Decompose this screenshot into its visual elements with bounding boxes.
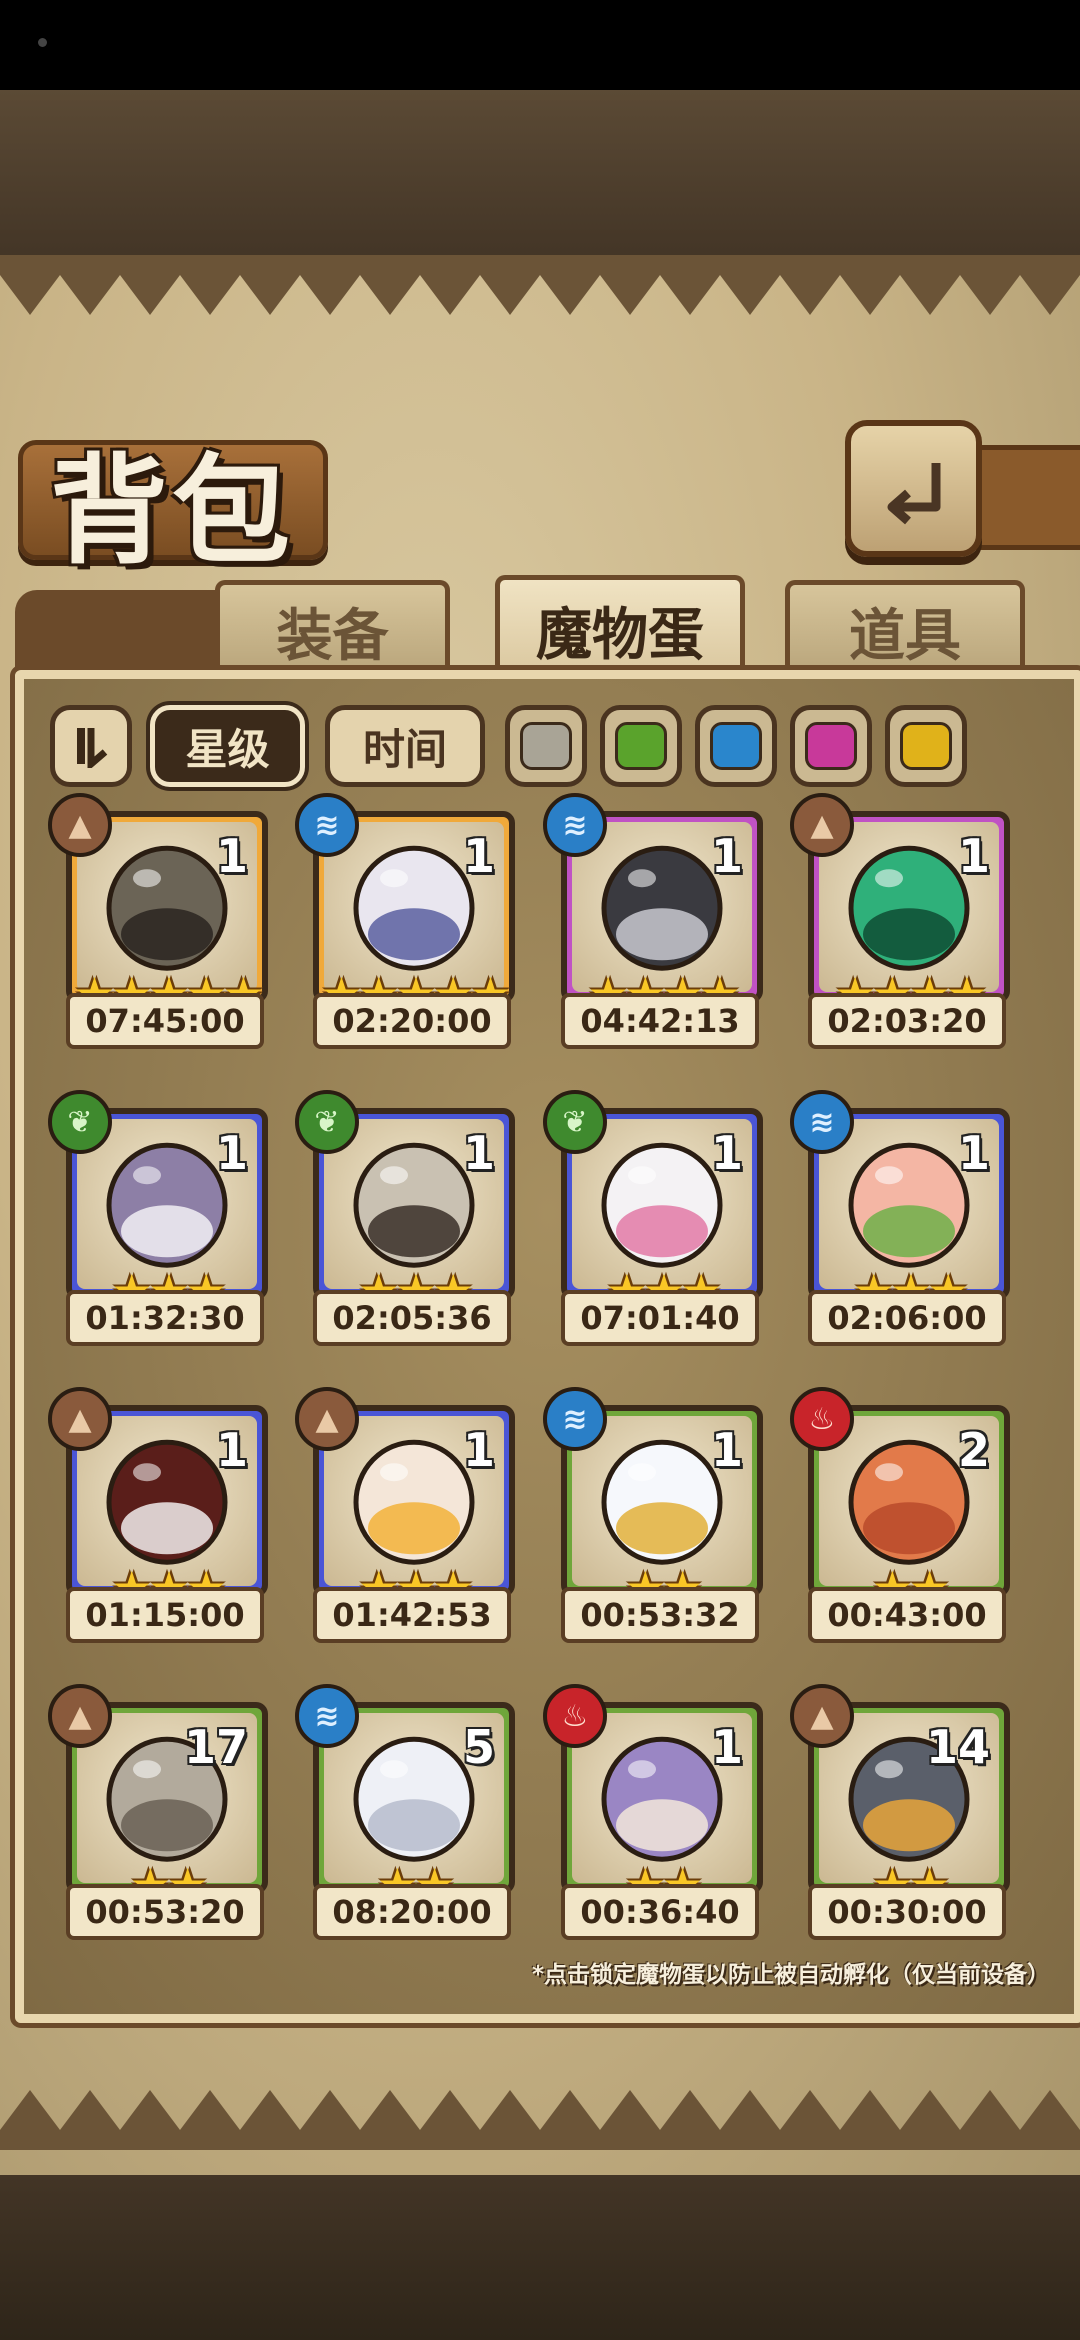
back-button[interactable] [845, 420, 982, 557]
tab-monster-eggs[interactable]: 魔物蛋 [495, 575, 745, 680]
hatch-timer: 01:15:00 [66, 1587, 264, 1643]
swatch-green [615, 722, 667, 770]
hatch-timer: 00:36:40 [561, 1884, 759, 1940]
sort-icon [77, 728, 108, 768]
water-element-icon: ≋ [543, 793, 607, 857]
egg-count: 1 [710, 1720, 743, 1774]
filter-color-gold[interactable] [885, 705, 967, 787]
hatch-timer: 08:20:00 [313, 1884, 511, 1940]
earth-element-icon: ▲ [790, 1684, 854, 1748]
tab-bar-left [15, 590, 215, 672]
egg-slot[interactable]: 2★★♨00:43:00 [790, 1387, 1020, 1647]
nature-element-icon: ❦ [295, 1090, 359, 1154]
earth-element-icon: ▲ [48, 793, 112, 857]
filter-color-purple[interactable] [790, 705, 872, 787]
water-element-icon: ≋ [295, 793, 359, 857]
fire-element-icon: ♨ [790, 1387, 854, 1451]
egg-slot[interactable]: 14★★▲00:30:00 [790, 1684, 1020, 1944]
egg-slot[interactable]: 1★★≋00:53:32 [543, 1387, 773, 1647]
egg-count: 1 [215, 1126, 248, 1180]
egg-count: 1 [957, 1126, 990, 1180]
hatch-timer: 02:20:00 [313, 993, 511, 1049]
zigzag-border-top [0, 255, 1080, 315]
hatch-timer: 07:01:40 [561, 1290, 759, 1346]
egg-count: 14 [925, 1720, 990, 1774]
egg-count: 1 [215, 1423, 248, 1477]
water-element-icon: ≋ [543, 1387, 607, 1451]
egg-count: 2 [957, 1423, 990, 1477]
tab-items-label: 道具 [849, 602, 961, 669]
filter-color-blue[interactable] [695, 705, 777, 787]
nature-element-icon: ❦ [543, 1090, 607, 1154]
egg-slot[interactable]: 1★★♨00:36:40 [543, 1684, 773, 1944]
swatch-gold [900, 722, 952, 770]
tab-equipment[interactable]: 装备 [215, 580, 450, 677]
tab-items[interactable]: 道具 [785, 580, 1025, 677]
egg-count: 1 [462, 1126, 495, 1180]
status-bar [0, 0, 1080, 90]
egg-slot[interactable]: 1★★★≋02:06:00 [790, 1090, 1020, 1350]
egg-count: 1 [215, 829, 248, 883]
back-bar [968, 445, 1080, 550]
water-element-icon: ≋ [790, 1090, 854, 1154]
page-title: 背包 [50, 441, 295, 580]
egg-count: 5 [462, 1720, 495, 1774]
background-map-bottom [0, 2175, 1080, 2340]
egg-slot[interactable]: 1★★★★≋04:42:13 [543, 793, 773, 1053]
nature-element-icon: ❦ [48, 1090, 112, 1154]
hatch-timer: 04:42:13 [561, 993, 759, 1049]
egg-count: 1 [957, 829, 990, 883]
hatch-timer: 02:03:20 [808, 993, 1006, 1049]
egg-count: 17 [183, 1720, 248, 1774]
swatch-gray [520, 722, 572, 770]
egg-count: 1 [462, 1423, 495, 1477]
hatch-timer: 01:32:30 [66, 1290, 264, 1346]
swatch-purple [805, 722, 857, 770]
earth-element-icon: ▲ [48, 1684, 112, 1748]
egg-slot[interactable]: 1★★★❦07:01:40 [543, 1090, 773, 1350]
sort-by-star-button[interactable]: 星级 [150, 705, 305, 787]
sort-toggle-button[interactable] [50, 705, 132, 787]
hatch-timer: 07:45:00 [66, 993, 264, 1049]
background-map-top [0, 90, 1080, 260]
egg-slot[interactable]: 17★★▲00:53:20 [48, 1684, 278, 1944]
egg-slot[interactable]: 1★★★❦01:32:30 [48, 1090, 278, 1350]
fire-element-icon: ♨ [543, 1684, 607, 1748]
filter-color-gray[interactable] [505, 705, 587, 787]
hatch-timer: 02:05:36 [313, 1290, 511, 1346]
back-arrow-icon [887, 462, 940, 524]
egg-count: 1 [710, 1423, 743, 1477]
egg-slot[interactable]: 1★★★★★≋02:20:00 [295, 793, 525, 1053]
zigzag-border-bottom [0, 2090, 1080, 2150]
hatch-timer: 00:53:32 [561, 1587, 759, 1643]
egg-count: 1 [710, 829, 743, 883]
earth-element-icon: ▲ [48, 1387, 112, 1451]
egg-slot[interactable]: 1★★★▲01:15:00 [48, 1387, 278, 1647]
egg-slot[interactable]: 5★★≋08:20:00 [295, 1684, 525, 1944]
egg-slot[interactable]: 1★★★❦02:05:36 [295, 1090, 525, 1350]
tab-monster-eggs-label: 魔物蛋 [536, 601, 704, 668]
egg-slot[interactable]: 1★★★★★▲07:45:00 [48, 793, 278, 1053]
water-element-icon: ≋ [295, 1684, 359, 1748]
hatch-timer: 00:53:20 [66, 1884, 264, 1940]
earth-element-icon: ▲ [295, 1387, 359, 1451]
earth-element-icon: ▲ [790, 793, 854, 857]
egg-count: 1 [462, 829, 495, 883]
egg-count: 1 [710, 1126, 743, 1180]
hatch-timer: 00:30:00 [808, 1884, 1006, 1940]
camera-dot [38, 38, 47, 47]
hatch-timer: 00:43:00 [808, 1587, 1006, 1643]
egg-slot[interactable]: 1★★★★▲02:03:20 [790, 793, 1020, 1053]
filter-color-green[interactable] [600, 705, 682, 787]
swatch-blue [710, 722, 762, 770]
sort-by-time-button[interactable]: 时间 [325, 705, 485, 787]
hatch-timer: 01:42:53 [313, 1587, 511, 1643]
tab-equipment-label: 装备 [276, 602, 389, 669]
egg-slot[interactable]: 1★★★▲01:42:53 [295, 1387, 525, 1647]
hatch-timer: 02:06:00 [808, 1290, 1006, 1346]
lock-hint-text: *点击锁定魔物蛋以防止被自动孵化（仅当前设备） [531, 1962, 1050, 1988]
